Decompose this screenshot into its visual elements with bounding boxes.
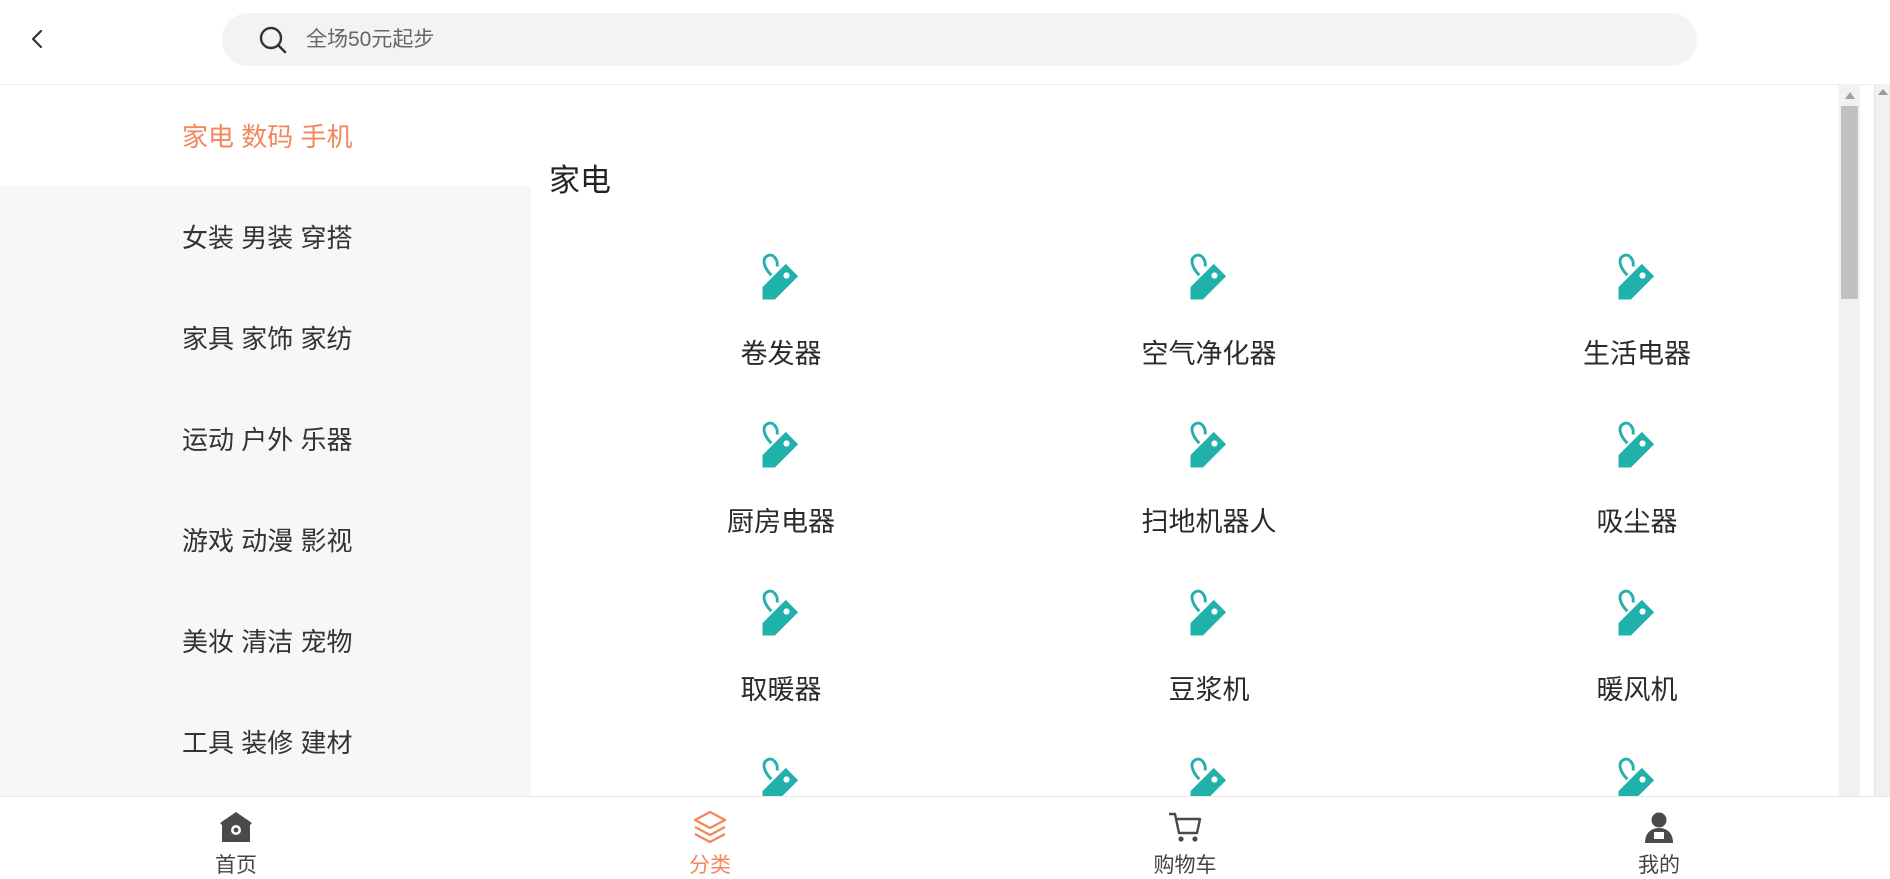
sidebar-item-label: 工具 装修 建材 (182, 728, 353, 758)
chevron-left-icon (31, 29, 43, 49)
category-sidebar: 家电 数码 手机 女装 男装 穿搭 家具 家饰 家纺 运动 户外 乐器 游戏 动漫 影视… (0, 85, 531, 796)
subcategory-item[interactable] (631, 754, 931, 796)
search-icon (258, 25, 288, 55)
sidebar-item-label: 家具 家饰 家纺 (182, 324, 353, 354)
category-content: 家电 卷发器 空气净化器 生活电器厨房电器 扫地机器人 吸尘器取暖器 豆浆机 暖风机 (531, 85, 1839, 796)
sidebar-item-label: 美妆 清洁 宠物 (182, 627, 353, 657)
subcategory-item[interactable]: 扫地机器人 (1059, 418, 1359, 568)
back-button[interactable] (22, 22, 52, 56)
bottom-nav: 首页 分类 购物车 我的 (0, 796, 1890, 877)
subcategory-item[interactable]: 豆浆机 (1059, 586, 1359, 736)
tag-icon (1606, 250, 1668, 312)
search-bar[interactable] (222, 13, 1697, 66)
tag-icon (1606, 586, 1668, 648)
tag-icon (1606, 754, 1668, 796)
window-scroll-up-arrow[interactable] (1878, 89, 1888, 95)
tag-icon (750, 250, 812, 312)
sidebar-item[interactable]: 运动 户外 乐器 (0, 388, 531, 489)
tag-icon (1178, 250, 1240, 312)
sidebar-item-label: 女装 男装 穿搭 (182, 223, 353, 253)
subcategory-label: 卷发器 (740, 339, 822, 369)
window-scrollbar[interactable] (1874, 85, 1890, 796)
subcategory-label: 吸尘器 (1596, 507, 1678, 537)
user-icon (1642, 809, 1676, 845)
scroll-thumb[interactable] (1841, 106, 1858, 299)
sidebar-item[interactable]: 家电 数码 手机 (0, 85, 531, 186)
tag-icon (1606, 418, 1668, 480)
subcategory-item[interactable]: 空气净化器 (1059, 250, 1359, 400)
subcategory-item[interactable] (1487, 754, 1787, 796)
search-input[interactable] (304, 18, 1608, 61)
nav-item[interactable]: 我的 (1599, 809, 1719, 877)
top-header (0, 0, 1890, 85)
sidebar-item-label: 家电 数码 手机 (182, 122, 353, 152)
nav-label: 分类 (689, 854, 731, 877)
sidebar-item[interactable]: 工具 装修 建材 (0, 691, 531, 792)
subcategory-item[interactable] (1059, 754, 1359, 796)
layers-icon (693, 809, 727, 845)
tag-icon (1178, 754, 1240, 796)
sidebar-item-label: 游戏 动漫 影视 (182, 526, 353, 556)
nav-item[interactable]: 分类 (650, 809, 770, 877)
section-title: 家电 (549, 163, 611, 198)
subcategory-label: 取暖器 (740, 675, 822, 705)
home-icon (219, 809, 253, 845)
tag-icon (1178, 586, 1240, 648)
subcategory-item[interactable]: 取暖器 (631, 586, 931, 736)
subcategory-item[interactable]: 暖风机 (1487, 586, 1787, 736)
subcategory-label: 豆浆机 (1168, 675, 1250, 705)
sidebar-item[interactable]: 女装 男装 穿搭 (0, 186, 531, 287)
subcategory-item[interactable]: 生活电器 (1487, 250, 1787, 400)
cart-icon (1168, 809, 1202, 845)
nav-label: 我的 (1638, 854, 1680, 877)
nav-label: 购物车 (1153, 854, 1217, 877)
scroll-up-arrow[interactable] (1839, 85, 1860, 105)
subcategory-label: 空气净化器 (1141, 339, 1277, 369)
subcategory-item[interactable]: 吸尘器 (1487, 418, 1787, 568)
sidebar-item[interactable]: 游戏 动漫 影视 (0, 489, 531, 590)
sidebar-item[interactable]: 美妆 清洁 宠物 (0, 590, 531, 691)
subcategory-item[interactable]: 厨房电器 (631, 418, 931, 568)
nav-label: 首页 (215, 854, 257, 877)
sidebar-item[interactable]: 家具 家饰 家纺 (0, 287, 531, 388)
sidebar-item-label: 运动 户外 乐器 (182, 425, 353, 455)
nav-item[interactable]: 购物车 (1125, 809, 1245, 877)
nav-item[interactable]: 首页 (176, 809, 296, 877)
tag-icon (750, 754, 812, 796)
tag-icon (750, 586, 812, 648)
subcategory-label: 扫地机器人 (1141, 507, 1277, 537)
subcategory-label: 暖风机 (1596, 675, 1678, 705)
tag-icon (1178, 418, 1240, 480)
tag-icon (750, 418, 812, 480)
subcategory-item[interactable]: 卷发器 (631, 250, 931, 400)
subcategory-label: 生活电器 (1583, 339, 1691, 369)
subcategory-label: 厨房电器 (727, 507, 835, 537)
content-scrollbar[interactable] (1839, 85, 1860, 796)
